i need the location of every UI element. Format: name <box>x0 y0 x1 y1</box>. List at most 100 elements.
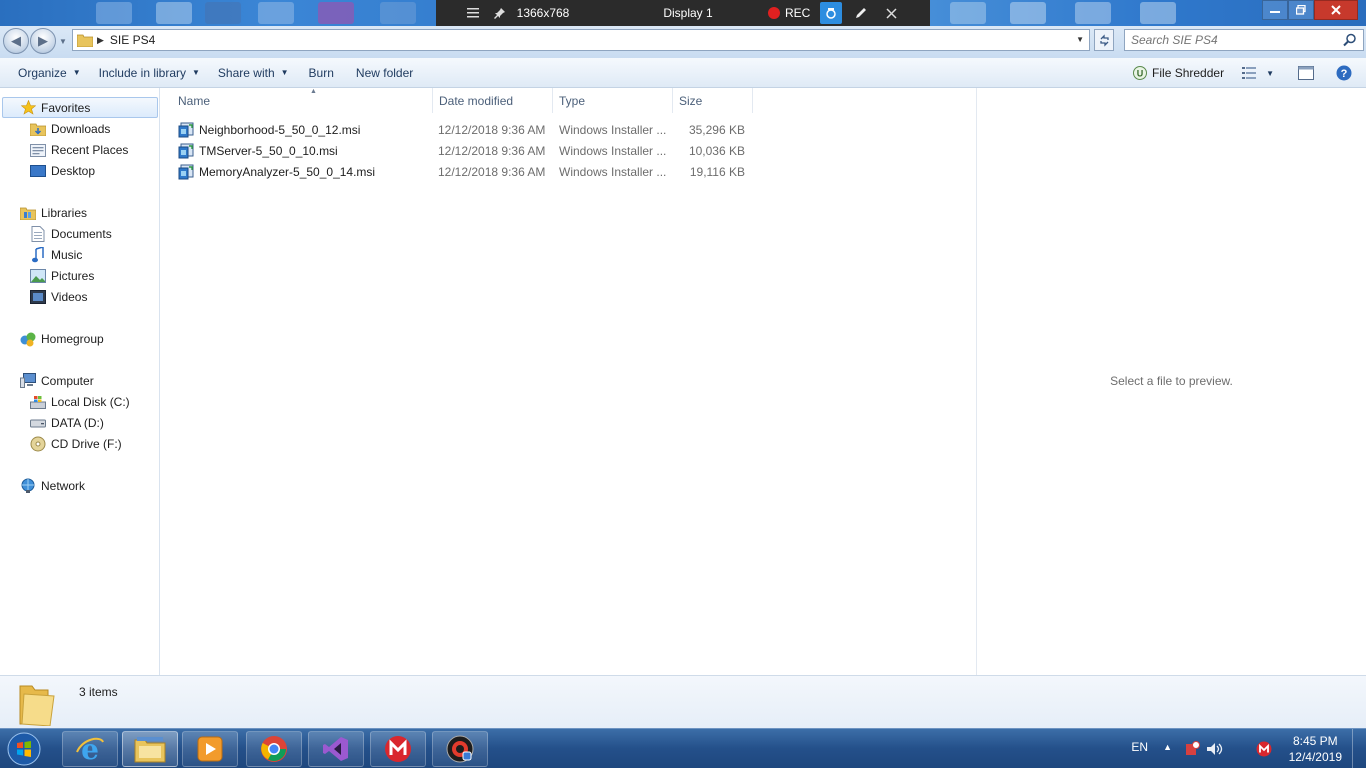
recent-places-icon <box>30 142 46 158</box>
language-indicator[interactable]: EN <box>1131 740 1148 754</box>
file-name: TMServer-5_50_0_10.msi <box>199 143 338 158</box>
nav-favorites[interactable]: Favorites <box>2 97 158 118</box>
search-box[interactable] <box>1124 29 1364 51</box>
hard-drive-icon <box>30 415 46 431</box>
search-input[interactable] <box>1131 33 1341 47</box>
new-folder-button[interactable]: New folder <box>345 61 424 85</box>
share-with-label: Share with <box>217 65 275 80</box>
nav-downloads[interactable]: Downloads <box>30 118 110 139</box>
command-bar: Organize ▼ Include in library ▼ Share with… <box>0 58 1366 88</box>
nav-cd-drive[interactable]: CD Drive (F:) <box>30 433 122 454</box>
computer-icon <box>20 373 36 389</box>
taskbar-internet-explorer[interactable]: e <box>62 731 118 767</box>
address-bar-row: ◀ ▶ ▼ ▶ SIE PS4 ▼ <box>0 26 1366 58</box>
internet-explorer-icon: e <box>76 734 104 764</box>
file-explorer-icon <box>134 737 166 763</box>
nav-computer[interactable]: Computer <box>20 370 94 391</box>
close-button[interactable] <box>1314 0 1358 20</box>
back-button[interactable]: ◀ <box>3 28 29 54</box>
nav-libraries[interactable]: Libraries <box>20 202 87 223</box>
refresh-button[interactable] <box>1094 29 1114 51</box>
address-dropdown-icon[interactable]: ▼ <box>1076 35 1084 44</box>
restore-button[interactable] <box>1288 0 1314 20</box>
column-header-size[interactable]: Size <box>673 88 753 113</box>
nav-pictures[interactable]: Pictures <box>30 265 94 286</box>
mega-tray-icon[interactable] <box>1256 741 1272 757</box>
star-icon <box>20 100 36 116</box>
caret-down-icon: ▼ <box>192 68 200 77</box>
file-name: Neighborhood-5_50_0_12.msi <box>199 122 361 137</box>
rec-label: REC <box>785 6 811 20</box>
include-in-library-button[interactable]: Include in library ▼ <box>90 61 209 85</box>
start-button[interactable] <box>4 731 44 767</box>
taskbar-visual-studio[interactable] <box>308 731 364 767</box>
nav-data-drive[interactable]: DATA (D:) <box>30 412 104 433</box>
taskbar-file-explorer[interactable] <box>122 731 178 767</box>
pin-icon[interactable] <box>488 7 512 19</box>
close-icon <box>1331 5 1341 15</box>
music-icon <box>30 246 46 263</box>
file-name: MemoryAnalyzer-5_50_0_14.msi <box>199 164 376 179</box>
rec-button[interactable]: REC <box>768 6 810 20</box>
menu-icon[interactable] <box>458 8 488 18</box>
change-view-button[interactable] <box>1238 61 1260 85</box>
nav-local-disk[interactable]: Local Disk (C:) <box>30 391 130 412</box>
column-header-name-label: Name <box>178 93 211 108</box>
search-icon[interactable] <box>1343 33 1357 47</box>
share-with-button[interactable]: Share with ▼ <box>209 61 298 85</box>
nav-videos-label: Videos <box>51 289 88 304</box>
chrome-icon <box>261 736 287 762</box>
view-options-dropdown[interactable]: ▼ <box>1260 61 1278 85</box>
breadcrumb-separator-icon[interactable]: ▶ <box>97 35 104 46</box>
nav-videos[interactable]: Videos <box>30 286 87 307</box>
folder-icon <box>77 34 93 47</box>
show-desktop-button[interactable] <box>1352 729 1366 768</box>
minimize-button[interactable] <box>1262 0 1288 20</box>
caret-down-icon: ▼ <box>280 68 289 77</box>
help-button[interactable]: ? <box>1328 61 1360 85</box>
burn-button[interactable]: Burn <box>298 61 345 85</box>
taskbar-mega[interactable] <box>370 731 426 767</box>
taskbar-screen-recorder[interactable] <box>432 731 488 767</box>
file-shredder-label: File Shredder <box>1152 66 1225 80</box>
forward-button[interactable]: ▶ <box>30 28 56 54</box>
column-header-date[interactable]: Date modified <box>433 88 553 113</box>
nav-music[interactable]: Music <box>30 244 82 265</box>
libraries-icon <box>20 205 36 221</box>
nav-recent-places[interactable]: Recent Places <box>30 139 128 160</box>
caret-down-icon: ▼ <box>72 68 81 77</box>
recent-pages-dropdown[interactable]: ▼ <box>59 37 67 46</box>
nav-homegroup[interactable]: Homegroup <box>20 328 104 349</box>
close-recorder-icon[interactable] <box>876 7 906 19</box>
media-player-icon <box>197 736 223 762</box>
camera-button[interactable] <box>820 2 843 24</box>
address-box[interactable]: ▶ SIE PS4 ▼ <box>72 29 1090 51</box>
file-row[interactable]: Neighborhood-5_50_0_12.msi 12/12/2018 9:… <box>176 119 754 140</box>
nav-documents[interactable]: Documents <box>30 223 112 244</box>
breadcrumb-current[interactable]: SIE PS4 <box>110 33 155 47</box>
nav-pictures-label: Pictures <box>51 268 95 283</box>
column-header-name[interactable]: Name ▲ <box>172 88 433 113</box>
view-list-icon <box>1242 67 1257 79</box>
nav-network[interactable]: Network <box>20 475 85 496</box>
taskbar-media-player[interactable] <box>182 731 238 767</box>
nav-cd-drive-label: CD Drive (F:) <box>51 436 122 451</box>
help-icon: ? <box>1336 65 1352 81</box>
pencil-icon[interactable] <box>846 6 876 20</box>
videos-icon <box>30 289 46 305</box>
security-alert-icon[interactable] <box>1184 741 1200 757</box>
file-row[interactable]: TMServer-5_50_0_10.msi 12/12/2018 9:36 A… <box>176 140 754 161</box>
column-header-type[interactable]: Type <box>553 88 673 113</box>
preview-pane-button[interactable] <box>1290 61 1322 85</box>
nav-desktop[interactable]: Desktop <box>30 160 95 181</box>
file-row[interactable]: MemoryAnalyzer-5_50_0_14.msi 12/12/2018 … <box>176 161 754 182</box>
taskbar-chrome[interactable] <box>246 731 302 767</box>
show-hidden-icons-icon[interactable]: ▲ <box>1163 742 1172 752</box>
display-label[interactable]: Display 1 <box>638 6 738 20</box>
file-shredder-button[interactable]: U File Shredder <box>1127 61 1230 85</box>
clock[interactable]: 8:45 PM 12/4/2019 <box>1289 733 1342 765</box>
organize-button[interactable]: Organize ▼ <box>9 61 90 85</box>
preview-message: Select a file to preview. <box>1110 374 1233 388</box>
volume-icon[interactable] <box>1206 741 1224 757</box>
minimize-icon <box>1270 11 1280 13</box>
